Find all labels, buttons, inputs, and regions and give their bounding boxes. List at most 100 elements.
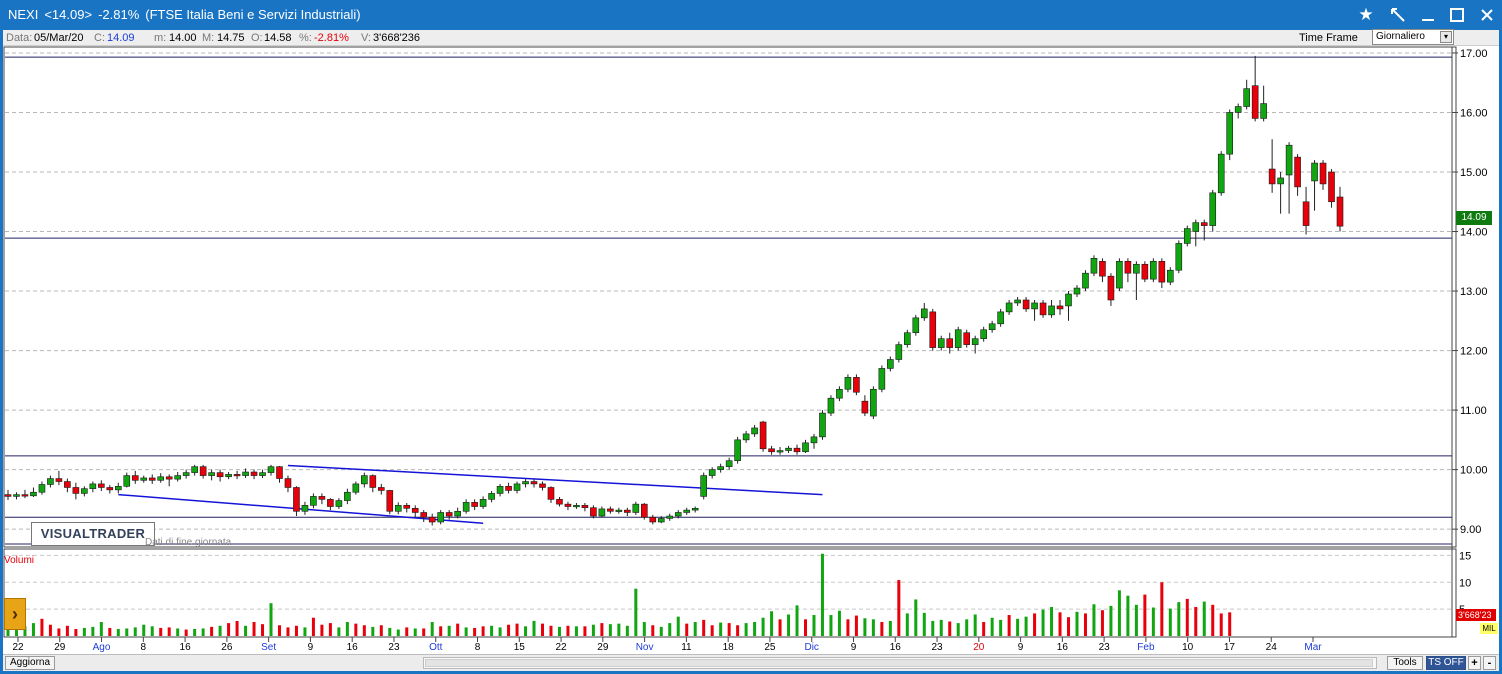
volume-panel-label: Volumi [4,555,35,566]
x-tick-label: 20 [973,642,985,653]
volume-bar [591,624,595,636]
volume-bar [795,605,799,636]
volume-bar [973,614,977,636]
zoom-out-button[interactable]: - [1483,656,1496,670]
zoom-in-button[interactable]: + [1468,656,1481,670]
volume-bar [642,622,646,636]
candle-body [700,475,707,497]
candle-body [420,512,428,518]
candle-body [21,494,29,497]
volume-bar [668,623,672,636]
volume-bar [320,624,324,636]
candle-body [895,344,903,360]
volume-bar [354,623,358,636]
y-tick-label: 10.00 [1460,465,1488,477]
candle-body [564,503,572,507]
candle-body [717,466,724,470]
candle-body [148,477,156,481]
candle-body [386,490,394,512]
tools-button[interactable]: Tools [1387,656,1423,670]
x-tick-label: 16 [890,642,902,653]
candle-body [920,308,928,319]
volume-bar [676,616,680,636]
candle-body [1302,201,1310,226]
candle-body [1048,305,1055,316]
volume-bar [473,627,477,636]
candle-body [742,433,750,441]
candle-body [369,475,377,488]
candle-body [98,483,105,488]
candle-body [971,338,979,345]
x-tick-label: 29 [597,642,609,653]
volume-bar [625,625,629,636]
candle-body [191,466,198,473]
chevron-right-icon[interactable]: › [4,598,26,630]
x-tick-label: Mar [1304,642,1322,653]
candle-body [539,483,546,488]
volume-bar [116,629,120,636]
volume-bar [804,619,808,636]
x-tick-label: 9 [851,642,857,653]
candle-body [1056,305,1064,310]
candle-body [411,508,419,513]
scroll-thumb[interactable] [425,659,1373,667]
candle-body [250,471,258,476]
volume-bar [1041,609,1045,636]
candle-body [1217,153,1225,194]
candle-body [233,474,241,477]
candle-body [445,512,453,517]
candle-body [1311,162,1318,182]
volume-bar [753,622,757,636]
volume-bar [396,629,400,636]
last-price-tag: 14.09 [1456,211,1492,225]
candle-body [1192,222,1200,232]
volume-bar [125,628,129,636]
candle-body [114,485,122,491]
x-tick-label: 29 [54,642,66,653]
volume-bar [888,620,892,636]
x-tick-label: 11 [681,642,692,653]
volume-bar [999,619,1003,636]
volume-bar [362,625,366,636]
candle-body [657,518,665,523]
volume-bar [1058,612,1062,636]
x-tick-label: 23 [388,642,400,653]
volume-bar [252,622,256,636]
volume-bar [422,628,426,636]
x-tick-label: 8 [475,642,481,653]
volume-bar [634,588,638,636]
volume-bar [1160,582,1164,636]
volume-bar [939,619,943,636]
candle-body [1243,88,1250,107]
candle-body [13,494,20,497]
x-tick-label: 22 [12,642,24,653]
candle-body [1107,275,1115,301]
candle-body [1099,260,1106,277]
candle-body [954,329,962,348]
horizontal-scrollbar[interactable] [423,657,1377,669]
ts-off-button[interactable]: TS OFF [1426,656,1466,670]
candle-body [225,474,232,478]
volume-bar [685,623,689,636]
volume-bar [1228,612,1232,636]
candle-body [267,466,275,473]
refresh-button[interactable]: Aggiorna [5,656,56,670]
candle-body [182,472,190,476]
candle-body [479,499,487,507]
candle-body [1183,228,1191,244]
volume-bar [1219,613,1223,636]
volume-bar [261,624,265,636]
x-tick-label: Feb [1137,642,1155,653]
candle-body [691,508,699,511]
candle-body [471,502,478,507]
volume-bar [447,625,451,636]
candle-body [1090,258,1098,274]
candle-body [335,500,343,507]
volume-bar [736,625,740,636]
volume-bar [524,626,528,636]
price-chart[interactable]: 17.00 16.00 15.00 14.00 13.00 12.00 11.00 10.00… [0,0,1502,674]
candle-body [904,332,911,345]
candle-body [997,311,1004,325]
volume-bar [337,627,341,636]
candle-body [810,436,818,444]
